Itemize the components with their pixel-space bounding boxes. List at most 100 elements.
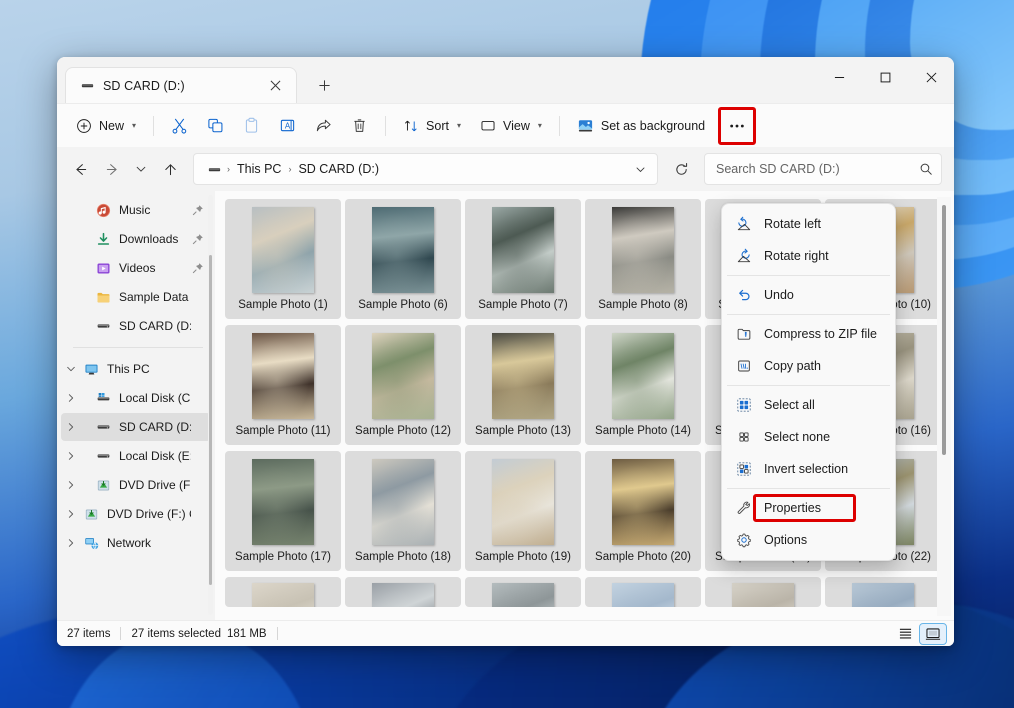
- pin-icon[interactable]: [191, 204, 205, 216]
- copy-button[interactable]: [198, 110, 233, 142]
- new-button[interactable]: New ▾: [67, 110, 145, 142]
- menu-item-invert-selection[interactable]: Invert selection: [725, 453, 892, 485]
- up-button[interactable]: [155, 154, 185, 184]
- file-item[interactable]: [345, 577, 461, 607]
- menu-item-select-all[interactable]: Select all: [725, 389, 892, 421]
- menu-item-rotate-left[interactable]: Rotate left: [725, 208, 892, 240]
- file-item[interactable]: Sample Photo (7): [465, 199, 581, 319]
- cut-button[interactable]: [162, 110, 197, 142]
- chevron-right-icon[interactable]: [61, 422, 81, 432]
- file-item[interactable]: Sample Photo (19): [465, 451, 581, 571]
- sidebar-item-network[interactable]: Network: [61, 529, 211, 557]
- file-item[interactable]: Sample Photo (6): [345, 199, 461, 319]
- forward-button[interactable]: [97, 154, 127, 184]
- sidebar-item-label: Music: [119, 203, 151, 217]
- search-input[interactable]: [716, 162, 919, 176]
- close-button[interactable]: [908, 57, 954, 97]
- file-item[interactable]: Sample Photo (17): [225, 451, 341, 571]
- photo-thumbnail: [492, 207, 554, 293]
- search-box[interactable]: [704, 153, 942, 185]
- sort-button[interactable]: Sort ▾: [394, 110, 470, 142]
- content-scrollbar-thumb[interactable]: [942, 205, 946, 455]
- file-item-label: Sample Photo (6): [358, 299, 448, 311]
- paste-button[interactable]: [234, 110, 269, 142]
- chevron-right-icon[interactable]: [61, 393, 81, 403]
- chevron-down-icon[interactable]: [627, 156, 653, 182]
- thumbnail-overlay: [252, 207, 314, 293]
- sidebar-item-music[interactable]: Music: [61, 196, 211, 224]
- menu-item-select-none[interactable]: Select none: [725, 421, 892, 453]
- file-item[interactable]: [705, 577, 821, 607]
- folder-icon: [93, 290, 113, 305]
- menu-item-undo[interactable]: Undo: [725, 279, 892, 311]
- details-view-button[interactable]: [892, 624, 918, 644]
- file-item[interactable]: Sample Photo (11): [225, 325, 341, 445]
- file-item[interactable]: Sample Photo (8): [585, 199, 701, 319]
- chevron-right-icon[interactable]: [61, 509, 81, 519]
- share-button[interactable]: [306, 110, 341, 142]
- back-button[interactable]: [65, 154, 95, 184]
- status-item-count: 27 items: [67, 627, 111, 640]
- large-icons-view-button[interactable]: [919, 622, 947, 645]
- sidebar-item-local-disk-e[interactable]: Local Disk (E:): [61, 442, 211, 470]
- sidebar-item-dvd-drive-f[interactable]: DVD Drive (F:): [61, 471, 211, 499]
- file-item[interactable]: [465, 577, 581, 607]
- address-bar: › This PC › SD CARD (D:): [57, 147, 954, 191]
- photo-thumbnail: [372, 459, 434, 545]
- chevron-down-icon[interactable]: [61, 364, 81, 374]
- sidebar-item-dvd-drive-f-c[interactable]: DVD Drive (F:) C: [61, 500, 211, 528]
- sidebar-item-this-pc[interactable]: This PC: [61, 355, 211, 383]
- chevron-right-icon[interactable]: [61, 451, 81, 461]
- rename-button[interactable]: A: [270, 110, 305, 142]
- sidebar-item-downloads[interactable]: Downloads: [61, 225, 211, 253]
- minimize-button[interactable]: [816, 57, 862, 97]
- menu-item-rotate-right[interactable]: Rotate right: [725, 240, 892, 272]
- chevron-right-icon[interactable]: [61, 480, 81, 490]
- file-item[interactable]: [825, 577, 941, 607]
- pin-icon[interactable]: [191, 262, 205, 274]
- sidebar-item-local-disk-c[interactable]: Local Disk (C:): [61, 384, 211, 412]
- thumbnail-overlay: [372, 207, 434, 293]
- menu-item-label: Compress to ZIP file: [764, 327, 878, 341]
- thumbnail-wrapper: [250, 205, 316, 293]
- delete-button[interactable]: [342, 110, 377, 142]
- view-button[interactable]: View ▾: [471, 110, 551, 142]
- refresh-button[interactable]: [668, 156, 694, 182]
- file-item[interactable]: [585, 577, 701, 607]
- tab-sd-card[interactable]: SD CARD (D:): [65, 67, 297, 103]
- chevron-right-icon[interactable]: [61, 538, 81, 548]
- file-item[interactable]: Sample Photo (1): [225, 199, 341, 319]
- sidebar-item-sd-card-d[interactable]: SD CARD (D:): [61, 312, 211, 340]
- menu-item-copy-path[interactable]: Copy path: [725, 350, 892, 382]
- sidebar-item-sample-data[interactable]: Sample Data: [61, 283, 211, 311]
- menu-item-properties[interactable]: Properties: [725, 492, 892, 524]
- divider: [276, 627, 278, 640]
- photo-thumbnail: [612, 333, 674, 419]
- menu-item-compress-to-zip-file[interactable]: Compress to ZIP file: [725, 318, 892, 350]
- file-item[interactable]: Sample Photo (20): [585, 451, 701, 571]
- file-item[interactable]: [225, 577, 341, 607]
- file-item[interactable]: Sample Photo (18): [345, 451, 461, 571]
- file-item[interactable]: Sample Photo (12): [345, 325, 461, 445]
- pin-icon[interactable]: [191, 233, 205, 245]
- sidebar-item-label: SD CARD (D:): [119, 420, 191, 434]
- sidebar-item-sd-card-d[interactable]: SD CARD (D:): [61, 413, 211, 441]
- copy-path-icon: [733, 358, 755, 374]
- menu-item-options[interactable]: Options: [725, 524, 892, 556]
- content-scrollbar[interactable]: [937, 197, 951, 616]
- close-icon[interactable]: [262, 73, 288, 99]
- file-item[interactable]: Sample Photo (13): [465, 325, 581, 445]
- set-as-background-label: Set as background: [600, 118, 706, 133]
- maximize-button[interactable]: [862, 57, 908, 97]
- nav-scrollbar[interactable]: [208, 195, 213, 615]
- breadcrumb-item-this-pc[interactable]: This PC: [232, 160, 286, 178]
- set-as-background-button[interactable]: Set as background: [568, 110, 714, 142]
- file-item[interactable]: Sample Photo (14): [585, 325, 701, 445]
- breadcrumb-item-sd-card[interactable]: SD CARD (D:): [293, 160, 384, 178]
- sidebar-item-videos[interactable]: Videos: [61, 254, 211, 282]
- breadcrumb[interactable]: › This PC › SD CARD (D:): [193, 153, 658, 185]
- recent-locations-button[interactable]: [129, 154, 153, 184]
- new-tab-button[interactable]: [311, 72, 337, 98]
- see-more-button[interactable]: [718, 106, 757, 145]
- nav-scrollbar-thumb[interactable]: [209, 255, 212, 585]
